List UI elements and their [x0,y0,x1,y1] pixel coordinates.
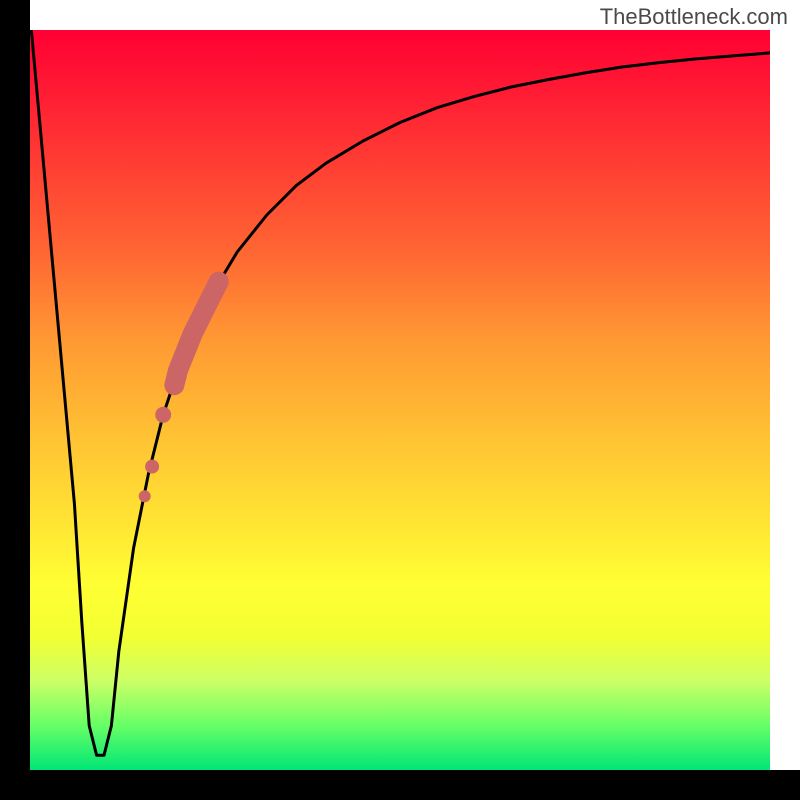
bottleneck-curve [30,30,770,755]
highlight-dot [155,407,171,423]
plot-area [30,30,770,770]
highlight-dot [145,460,159,474]
highlight-thick [174,282,218,386]
highlight-segment [139,282,219,503]
x-axis [0,770,800,800]
chart-container: TheBottleneck.com [0,0,800,800]
watermark-text: TheBottleneck.com [600,4,788,30]
y-axis [0,0,30,800]
curve-svg [30,30,770,770]
highlight-dot [139,490,151,502]
